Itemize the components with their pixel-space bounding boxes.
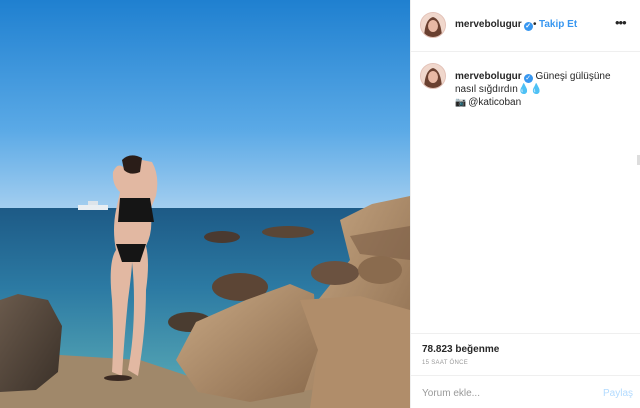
comment-input[interactable] [422,385,582,401]
post-header: mervebolugur ✓ • Takip Et ••• [411,0,640,52]
comments-section: mervebolugur ✓ Güneşi gülüşüne nasıl sığd… [411,53,640,333]
verified-check-icon: ✓ [523,74,533,83]
username-text: mervebolugur [455,19,522,30]
likes-count[interactable]: 78.823 beğenme [422,344,499,355]
share-button[interactable]: Paylaş [603,388,633,399]
caption-username[interactable]: mervebolugur [455,71,522,82]
post-photo[interactable] [0,0,410,408]
mention-link[interactable]: @katicoban [468,97,521,108]
username-link[interactable]: mervebolugur ✓ [455,19,533,31]
post-side-panel: mervebolugur ✓ • Takip Et ••• mervebolugu… [410,0,640,408]
caption-avatar[interactable] [420,63,446,89]
post-timestamp: 15 SAAT ÖNCE [422,360,469,366]
droplet-emoji-icon: 💧💧 [517,84,543,95]
follow-button[interactable]: Takip Et [539,19,577,30]
likes-section: 78.823 beğenme 15 SAAT ÖNCE [411,333,640,375]
separator-dot: • [533,19,537,30]
camera-icon: 📷 [455,97,467,107]
avatar[interactable] [420,12,446,38]
beach-photo [0,0,410,408]
post-caption: mervebolugur ✓ Güneşi gülüşüne nasıl sığd… [455,70,625,109]
instagram-post: mervebolugur ✓ • Takip Et ••• mervebolugu… [0,0,640,408]
verified-check-icon: ✓ [523,22,533,31]
profile-picture [421,13,445,37]
more-options-icon[interactable]: ••• [615,15,627,30]
add-comment-bar: Paylaş [411,375,640,408]
profile-picture [421,64,445,88]
